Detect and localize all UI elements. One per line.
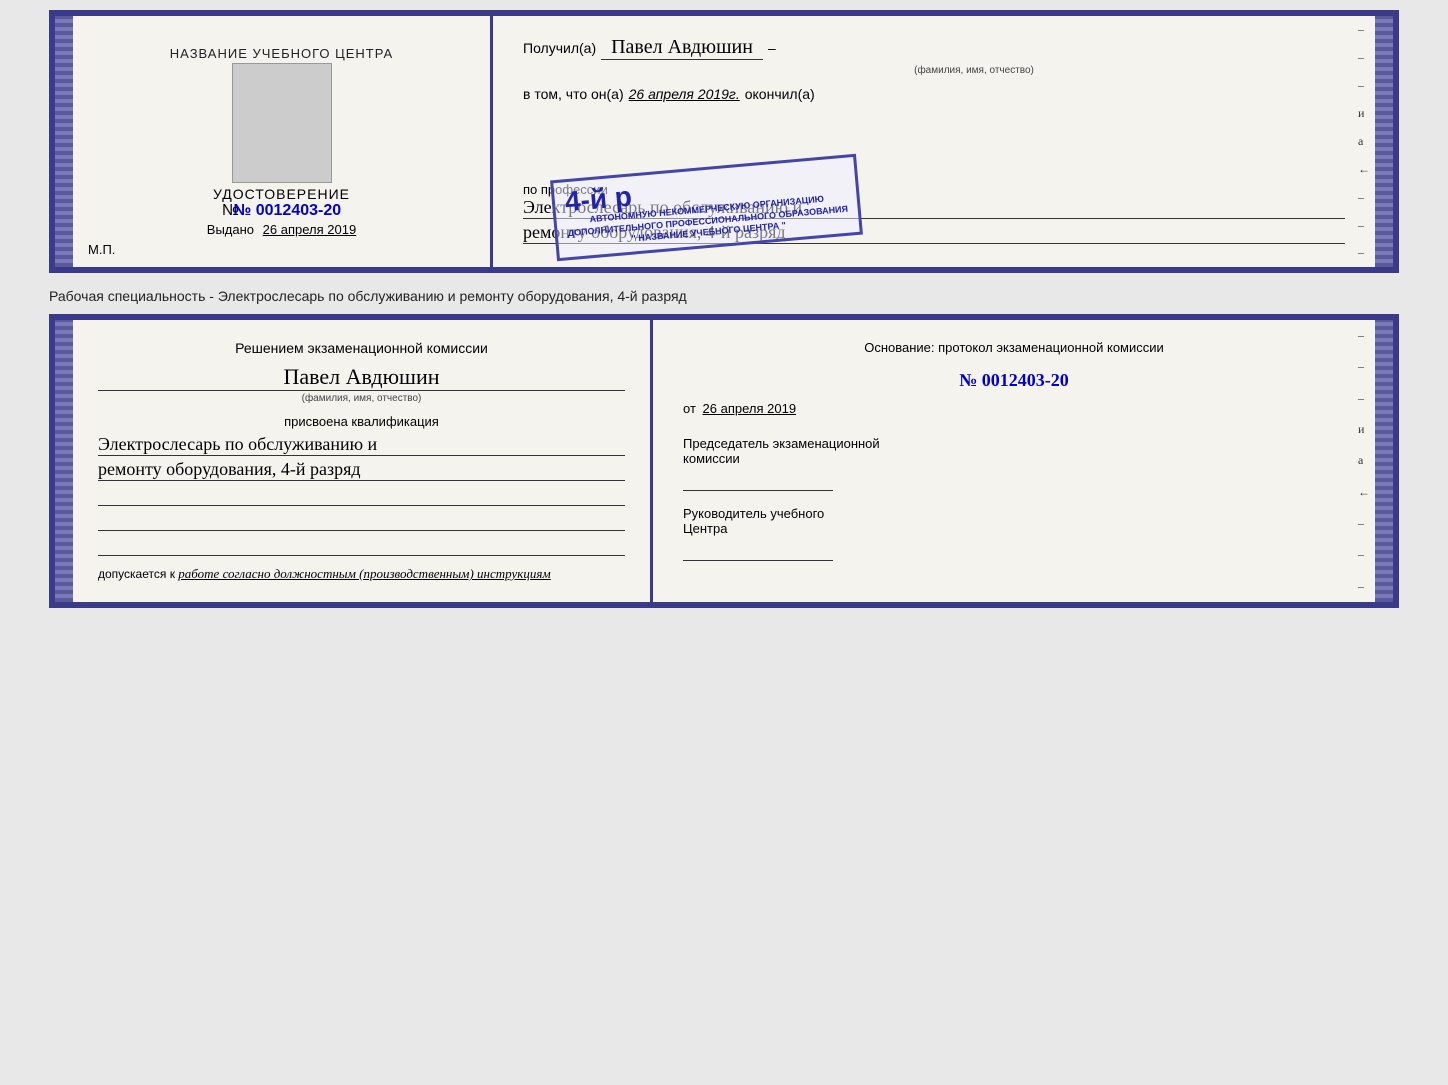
ot-line: от 26 апреля 2019 [683,401,1345,416]
spine-bottom-right [1375,320,1393,602]
sig-line3 [98,536,625,556]
rukovoditel-block: Руководитель учебного Центра [683,506,1345,561]
okonchil-label: окончил(а) [745,86,815,102]
chairman-line2: комиссии [683,451,1345,466]
dopuskaetsya-block: допускается к работе согласно должностны… [98,566,625,582]
chairman-sig-line [683,471,833,491]
vtom-date: 26 апреля 2019г. [629,86,740,102]
org-block-wrapper [523,112,1345,172]
ot-date: 26 апреля 2019 [703,401,797,416]
training-center-title: НАЗВАНИЕ УЧЕБНОГО ЦЕНТРА [170,46,393,61]
dopusk-text: работе согласно должностным (производств… [178,566,550,581]
poluchil-label: Получил(а) [523,40,596,56]
dopusk-label: допускается к [98,567,175,581]
spine-left [55,16,73,267]
vtom-line: в том, что он(а) 26 апреля 2019г. окончи… [523,86,1345,102]
cert-top-right: Получил(а) Павел Авдюшин – (фамилия, имя… [493,16,1375,267]
vydano-label: Выдано [207,222,254,237]
fio-caption-bottom: (фамилия, имя, отчество) [98,393,625,404]
ot-label: от [683,401,696,416]
certificate-top: НАЗВАНИЕ УЧЕБНОГО ЦЕНТРА УДОСТОВЕРЕНИЕ №… [49,10,1399,273]
spine-right [1375,16,1393,267]
udostoverenie-block: УДОСТОВЕРЕНИЕ № № 0012403-20 [213,186,350,220]
kvalif-line1: Электрослесарь по обслуживанию и [98,434,625,456]
rukovoditel-line1: Руководитель учебного [683,506,1345,521]
separator-text: Рабочая специальность - Электрослесарь п… [49,281,1399,312]
cert-top-left: НАЗВАНИЕ УЧЕБНОГО ЦЕНТРА УДОСТОВЕРЕНИЕ №… [73,16,493,267]
vydano-line: Выдано 26 апреля 2019 [207,222,356,237]
vydano-date: 26 апреля 2019 [263,222,357,237]
rukovoditel-line2: Центра [683,521,1345,536]
sig-line1 [98,486,625,506]
vtom-label: в том, что он(а) [523,86,624,102]
prisvoena-label: присвоена квалификация [98,414,625,429]
dash-symbol: – [768,40,776,56]
cert-bottom-right: Основание: протокол экзаменационной коми… [653,320,1375,602]
chairman-block: Председатель экзаменационной комиссии [683,436,1345,491]
cert-bottom-left: Решением экзаменационной комиссии Павел … [73,320,653,602]
mp-label: М.П. [88,242,115,257]
cert-number: № № 0012403-20 [213,202,350,220]
chairman-line1: Председатель экзаменационной [683,436,1345,451]
stamp-area: 4-й р АВТОНОМНУЮ НЕКОММЕРЧЕСКУЮ ОРГАНИЗА… [523,112,1345,172]
resheniem-title: Решением экзаменационной комиссии [98,340,625,356]
name-block: Павел Авдюшин (фамилия, имя, отчество) [98,364,625,404]
poluchil-name: Павел Авдюшин [601,36,763,60]
bottom-number: № 0012403-20 [683,370,1345,391]
osnovanie-label: Основание: протокол экзаменационной коми… [683,340,1345,355]
cert-number-value: № 0012403-20 [233,202,341,219]
side-dashes-bottom-right: –––иа←––– [1358,320,1370,602]
kvalif-line2: ремонту оборудования, 4-й разряд [98,459,625,481]
certificate-bottom: Решением экзаменационной комиссии Павел … [49,314,1399,608]
side-dashes-right: –––иа←––– [1358,16,1370,267]
poluchil-line: Получил(а) Павел Авдюшин – [523,36,1345,60]
udostoverenie-label: УДОСТОВЕРЕНИЕ [213,186,350,202]
sig-line2 [98,511,625,531]
rukovoditel-sig-line [683,541,833,561]
photo-placeholder [232,63,332,183]
bottom-name: Павел Авдюшин [98,364,625,391]
spine-bottom-left [55,320,73,602]
fio-caption-top: (фамилия, имя, отчество) [603,65,1345,76]
